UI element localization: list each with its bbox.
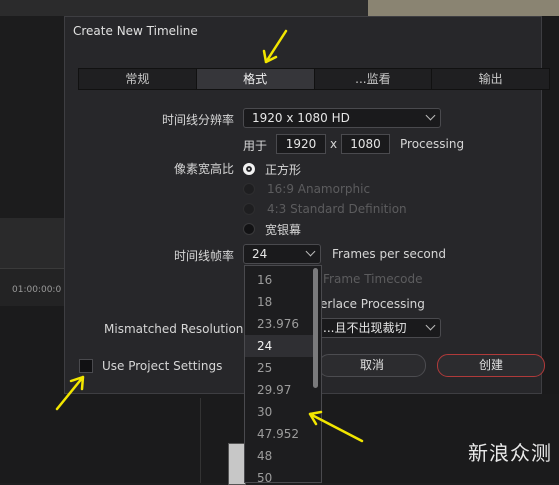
arrow-to-30-option bbox=[308, 410, 364, 443]
arrow-to-project-settings bbox=[55, 375, 85, 411]
annotation-arrows bbox=[55, 29, 364, 443]
arrow-to-format-tab bbox=[262, 29, 288, 64]
watermark: 新浪众测 bbox=[468, 441, 552, 465]
